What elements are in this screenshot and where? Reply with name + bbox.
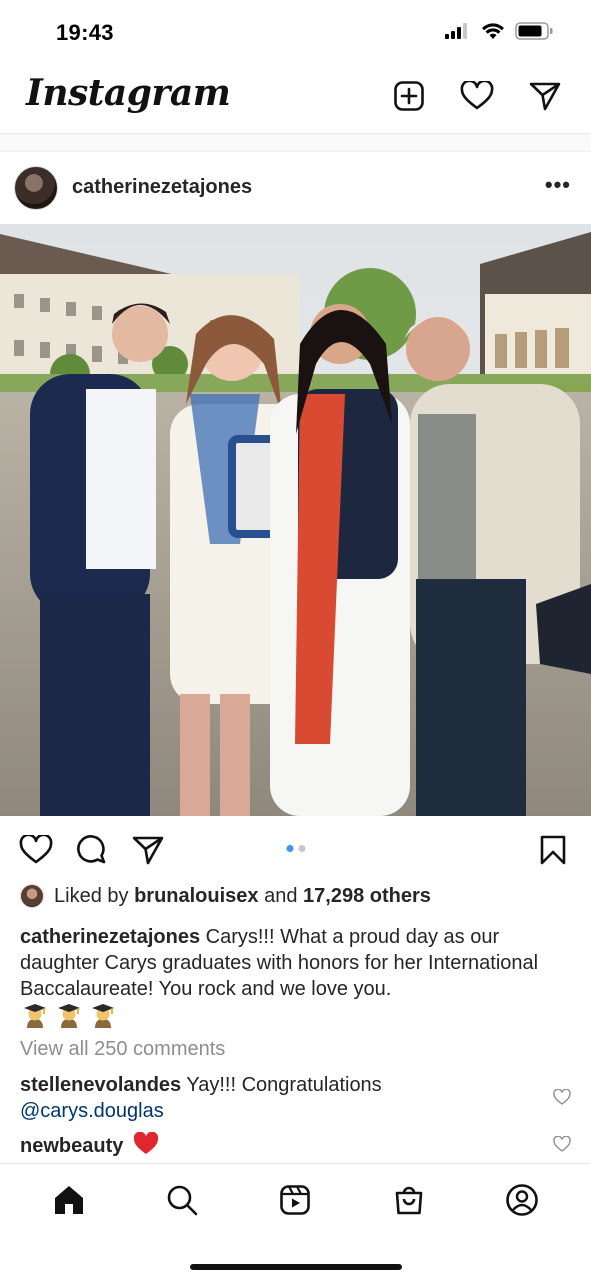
caption-username[interactable]: catherinezetajones (20, 926, 200, 948)
carousel-dot-active (286, 845, 293, 852)
profile-icon (506, 1184, 539, 1216)
save-button[interactable] (535, 832, 571, 868)
reels-icon (280, 1185, 311, 1215)
header-actions (391, 78, 563, 114)
comment-username[interactable]: newbeauty (20, 1135, 123, 1157)
red-heart-emoji (133, 1132, 159, 1154)
activity-heart-icon (460, 81, 494, 110)
post-action-bar (0, 826, 591, 874)
share-button[interactable] (130, 832, 166, 868)
nav-home[interactable] (49, 1180, 89, 1220)
shop-icon (395, 1186, 423, 1215)
comment-item: newbeauty (20, 1132, 540, 1159)
feed-divider (0, 134, 591, 152)
battery-icon (515, 22, 553, 40)
direct-message-icon (529, 82, 561, 111)
instagram-logo[interactable]: Instagram (26, 72, 231, 114)
liker-username[interactable]: brunalouisex (134, 885, 258, 907)
comment-like-icon[interactable] (553, 1136, 571, 1152)
student-emoji (92, 1004, 114, 1028)
status-time: 19:43 (56, 20, 114, 45)
home-indicator (190, 1264, 402, 1270)
nav-profile[interactable] (502, 1180, 542, 1220)
signal-icon (445, 23, 467, 39)
post-username[interactable]: catherinezetajones (72, 176, 252, 199)
search-icon (167, 1185, 198, 1216)
direct-messages-button[interactable] (527, 78, 563, 114)
wifi-icon (482, 23, 504, 39)
nav-items (0, 1180, 591, 1220)
post-actions-right (535, 832, 571, 868)
home-icon (54, 1186, 83, 1214)
like-button[interactable] (18, 832, 54, 868)
post-header: catherinezetajones ••• (0, 152, 591, 224)
nav-reels[interactable] (275, 1180, 315, 1220)
nav-search[interactable] (162, 1180, 202, 1220)
post-more-options-button[interactable]: ••• (545, 172, 571, 198)
post-photo[interactable] (0, 224, 591, 816)
likes-row: Liked by brunalouisex and 17,298 others (20, 884, 431, 908)
post-actions-left (18, 832, 166, 868)
likes-and: and (264, 884, 298, 907)
post-image (0, 224, 591, 816)
bookmark-icon (540, 835, 566, 865)
new-post-button[interactable] (391, 78, 427, 114)
app-header: Instagram (0, 66, 591, 134)
status-bar: 19:43 (0, 0, 591, 66)
bottom-navigation (0, 1163, 591, 1280)
nav-shop[interactable] (389, 1180, 429, 1220)
comment-icon (77, 835, 106, 864)
likes-prefix: Liked by (54, 884, 129, 907)
caption-emojis (22, 1002, 116, 1028)
liker-avatar[interactable] (20, 884, 44, 908)
post-author-avatar[interactable] (14, 166, 58, 210)
comment-mention[interactable]: @carys.douglas (20, 1100, 164, 1122)
activity-button[interactable] (459, 78, 495, 114)
student-emoji (24, 1004, 46, 1028)
comment-button[interactable] (74, 832, 110, 868)
heart-icon (19, 835, 53, 864)
view-all-comments-link[interactable]: View all 250 comments (20, 1038, 225, 1061)
comment-item: stellenevolandes Yay!!! Congratulations … (20, 1072, 540, 1124)
comment-text: Yay!!! Congratulations (186, 1074, 382, 1096)
student-emoji (58, 1004, 80, 1028)
share-icon (132, 836, 164, 865)
new-post-icon (394, 81, 424, 111)
likes-text: Liked by brunalouisex and 17,298 others (54, 885, 431, 908)
post-caption: catherinezetajones Carys!!! What a proud… (20, 924, 580, 1002)
likes-count[interactable]: 17,298 others (303, 885, 431, 907)
comment-like-icon[interactable] (553, 1089, 571, 1105)
comment-username[interactable]: stellenevolandes (20, 1074, 181, 1096)
status-icons (445, 22, 553, 40)
carousel-dot (298, 845, 305, 852)
carousel-indicator (286, 845, 305, 852)
